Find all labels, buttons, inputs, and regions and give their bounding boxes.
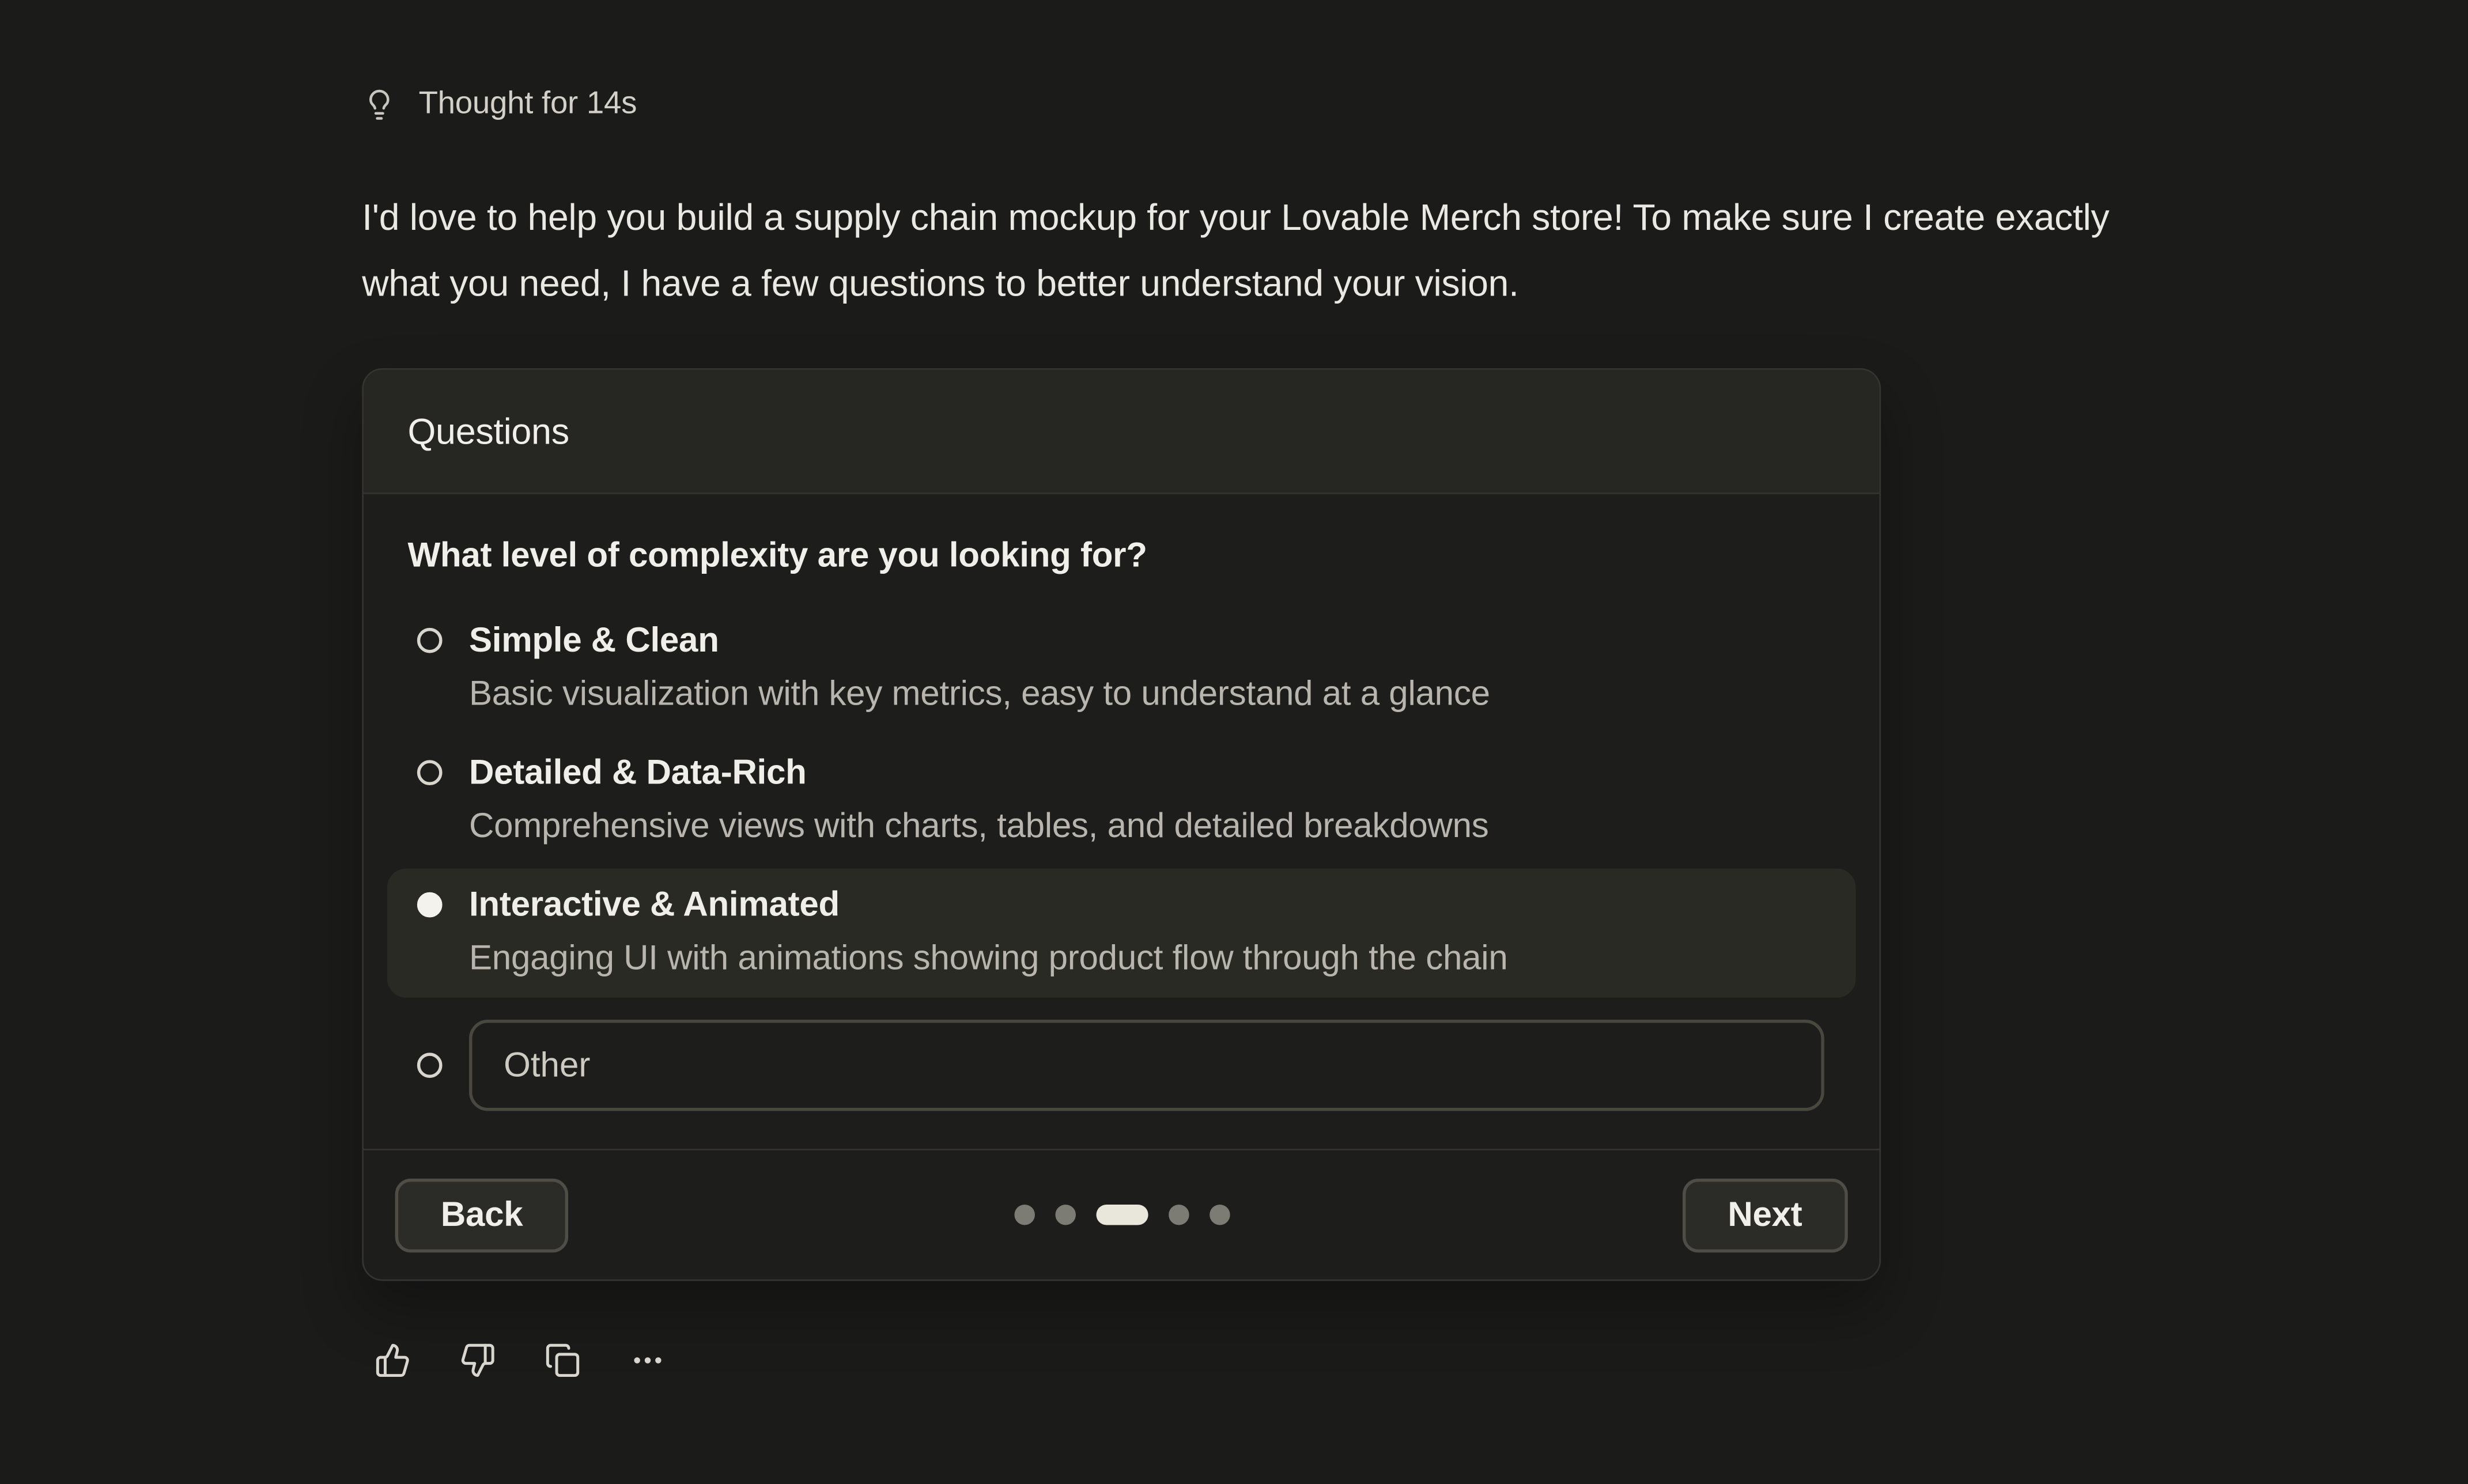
option-detailed-data-rich[interactable]: Detailed & Data-Rich Comprehensive views…: [387, 736, 1855, 865]
thumbs-down-icon: [459, 1342, 495, 1378]
pagination-dot: [1168, 1205, 1189, 1225]
questions-card-header: Questions: [364, 370, 1879, 494]
option-label: Interactive & Animated: [469, 884, 1508, 925]
assistant-message: I'd love to help you build a supply chai…: [362, 184, 2191, 316]
option-description: Comprehensive views with charts, tables,…: [469, 806, 1489, 847]
pagination-dot: [1209, 1205, 1230, 1225]
option-other[interactable]: [387, 1010, 1855, 1111]
radio-icon[interactable]: [417, 628, 443, 653]
next-button[interactable]: Next: [1682, 1178, 1848, 1252]
copy-icon: [544, 1342, 580, 1378]
back-button[interactable]: Back: [395, 1178, 569, 1252]
chat-message-area: Thought for 14s I'd love to help you bui…: [0, 0, 2468, 1484]
pagination-dot: [1055, 1205, 1075, 1225]
thought-label: Thought for 14s: [419, 86, 637, 123]
radio-icon-selected[interactable]: [417, 892, 443, 918]
option-description: Basic visualization with key metrics, ea…: [469, 673, 1490, 714]
other-input[interactable]: [469, 1020, 1824, 1111]
thumbs-up-button[interactable]: [372, 1339, 413, 1380]
ellipsis-icon: [629, 1342, 665, 1378]
questions-card-footer: Back Next: [364, 1149, 1879, 1279]
questions-card: Questions What level of complexity are y…: [362, 368, 1881, 1281]
option-simple-clean[interactable]: Simple & Clean Basic visualization with …: [387, 604, 1855, 733]
option-label: Detailed & Data-Rich: [469, 752, 1489, 793]
thumbs-up-icon: [374, 1342, 410, 1378]
pagination-dot-active: [1095, 1205, 1147, 1225]
pagination-dot: [1014, 1205, 1034, 1225]
thumbs-down-button[interactable]: [456, 1339, 497, 1380]
questions-card-body: What level of complexity are you looking…: [364, 494, 1879, 1149]
option-interactive-animated[interactable]: Interactive & Animated Engaging UI with …: [387, 869, 1855, 998]
copy-button[interactable]: [542, 1339, 583, 1380]
pagination-dots: [1014, 1205, 1229, 1225]
option-description: Engaging UI with animations showing prod…: [469, 938, 1508, 979]
message-actions: [372, 1339, 2204, 1380]
option-label: Simple & Clean: [469, 620, 1490, 661]
thought-toggle[interactable]: Thought for 14s: [362, 86, 2204, 123]
lightbulb-icon: [362, 88, 396, 122]
card-title: Questions: [407, 410, 569, 453]
more-options-button[interactable]: [626, 1339, 667, 1380]
options-list: Simple & Clean Basic visualization with …: [387, 604, 1855, 1111]
radio-icon[interactable]: [417, 760, 443, 785]
radio-icon[interactable]: [417, 1053, 443, 1078]
question-text: What level of complexity are you looking…: [407, 535, 1835, 576]
